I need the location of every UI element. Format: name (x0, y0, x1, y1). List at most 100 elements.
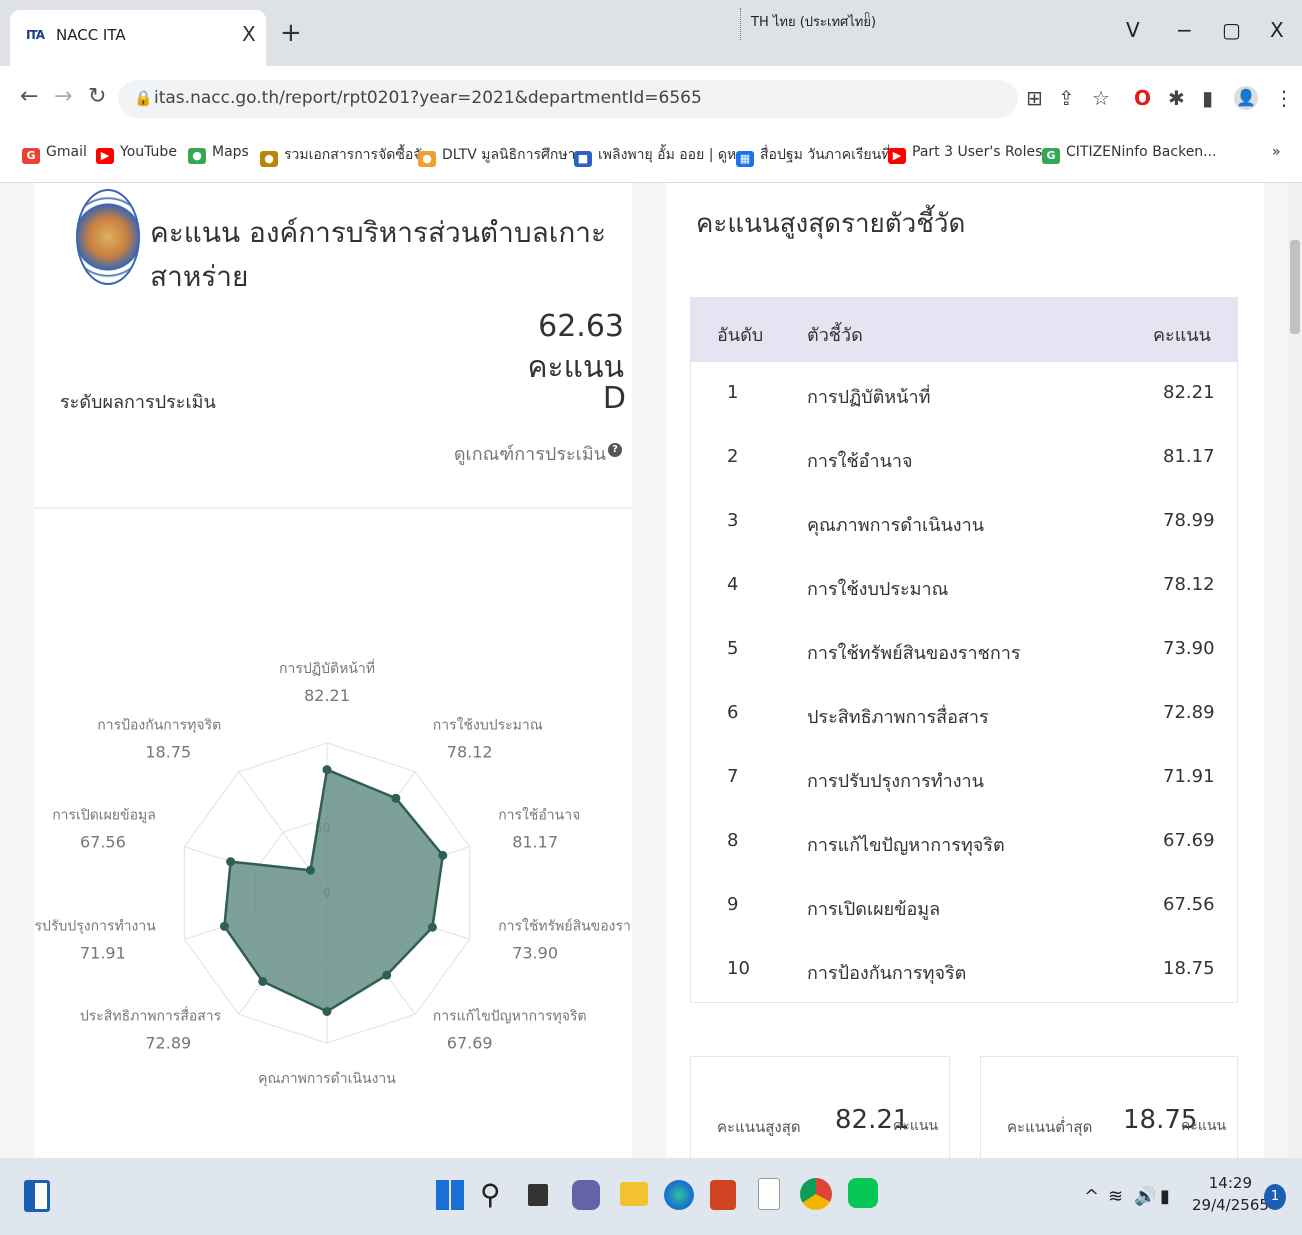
taskbar (0, 1158, 1302, 1235)
back-arrow-icon[interactable]: ← (20, 84, 38, 109)
edge-browser-icon[interactable] (664, 1180, 694, 1210)
widgets-icon[interactable] (24, 1180, 50, 1212)
task-view-icon[interactable] (528, 1184, 548, 1206)
row-indicator: การใช้งบประมาณ (807, 579, 949, 600)
bookmark-item[interactable]: ● Maps (188, 144, 249, 164)
bookmark-item[interactable]: G CITIZENinfo Backen... (1042, 144, 1217, 164)
notification-badge[interactable]: 1 (1264, 1184, 1286, 1210)
radar-axis-label: การเปิดเผยข้อมูล (52, 807, 156, 823)
notepad-icon[interactable] (758, 1178, 780, 1210)
radar-value-label: 73.90 (512, 944, 558, 963)
windows-start-icon[interactable] (436, 1180, 464, 1210)
url-text[interactable]: itas.nacc.go.th/report/rpt0201?year=2021… (154, 88, 702, 108)
bookmark-item[interactable]: ● DLTV มูลนิธิการศึกษา... (418, 144, 589, 167)
browser-tab[interactable]: ITA NACC ITA X (10, 10, 266, 66)
radar-axis-label: การใช้งบประมาณ (433, 716, 543, 733)
radar-data-point[interactable] (226, 857, 236, 867)
row-indicator: การแก้ไขปัญหาการทุจริต (807, 835, 1005, 856)
extensions-puzzle-icon[interactable]: ✱ (1168, 86, 1185, 110)
tab-search-icon[interactable]: V (1126, 18, 1140, 42)
ime-mode-indicator[interactable]: ก (864, 10, 870, 22)
bookmarks-more-icon[interactable]: » (1272, 144, 1281, 160)
max-score-unit: คะแนน (893, 1118, 939, 1134)
radar-data-point[interactable] (438, 850, 448, 860)
minimize-button[interactable]: − (1176, 18, 1193, 42)
clock-date: 29/4/2565 (1192, 1196, 1269, 1214)
row-score: 67.69 (1163, 830, 1215, 851)
bookmark-item[interactable]: ▶ Part 3 User's Roles... (888, 144, 1056, 164)
bookmark-item[interactable]: ■ เพลิงพายุ อั้ม ออย | ดูห... (574, 144, 750, 167)
bookmark-item[interactable]: G Gmail (22, 144, 87, 164)
bookmark-label: เพลิงพายุ อั้ม ออย | ดูห... (598, 147, 750, 163)
bookmark-item[interactable]: ● รวมเอกสารการจัดซื้อจั... (260, 144, 435, 167)
forward-arrow-icon[interactable]: → (54, 84, 72, 109)
bookmark-favicon-icon: ● (260, 151, 278, 167)
row-indicator: การใช้ทรัพย์สินของราชการ (807, 643, 1021, 664)
opera-extension-icon[interactable]: O (1134, 86, 1151, 110)
radar-axis-label: ประสิทธิภาพการสื่อสาร (80, 1007, 222, 1025)
table-row: 6 ประสิทธิภาพการสื่อสาร 72.89 (691, 682, 1237, 746)
radar-data-point[interactable] (382, 970, 392, 980)
scrollbar-thumb[interactable] (1290, 240, 1300, 334)
table-row: 1 การปฏิบัติหน้าที่ 82.21 (691, 362, 1237, 426)
new-tab-button[interactable]: + (280, 20, 302, 46)
ime-indicator[interactable]: TH ไทย (ประเทศไทย) (740, 8, 876, 40)
bookmark-favicon-icon: ▦ (736, 151, 754, 167)
wifi-icon[interactable]: ≋ (1108, 1186, 1123, 1207)
radar-value-label: 78.12 (447, 742, 493, 761)
radar-data-point[interactable] (219, 921, 229, 931)
menu-kebab-icon[interactable]: ⋮ (1274, 86, 1294, 110)
radar-axis-label: คุณภาพการดำเนินงาน (258, 1071, 396, 1087)
row-rank: 7 (727, 766, 739, 787)
chrome-icon[interactable] (800, 1178, 832, 1210)
radar-data-point[interactable] (322, 1006, 332, 1016)
bookmark-label: Maps (212, 144, 249, 160)
teams-chat-icon[interactable] (572, 1180, 600, 1210)
criteria-link[interactable]: ดูเกณฑ์การประเมิน (394, 439, 606, 468)
tab-title: NACC ITA (56, 26, 126, 44)
side-panel-icon[interactable]: ▮ (1202, 86, 1213, 110)
search-icon[interactable]: ⚲ (480, 1180, 514, 1220)
table-row: 8 การแก้ไขปัญหาการทุจริต 67.69 (691, 810, 1237, 874)
org-title: คะแนน องค์การบริหารส่วนตำบลเกาะสาหร่าย (150, 216, 607, 293)
bookmark-item[interactable]: ▶ YouTube (96, 144, 177, 164)
powerpoint-icon[interactable] (710, 1180, 736, 1210)
row-score: 67.56 (1163, 894, 1215, 915)
radar-data-point[interactable] (391, 793, 401, 803)
system-clock[interactable]: 14:29 29/4/2565 (1192, 1172, 1269, 1216)
row-indicator: การปฏิบัติหน้าที่ (807, 387, 931, 408)
close-window-button[interactable]: X (1270, 18, 1284, 42)
radar-axis-label: การใช้อำนาจ (498, 806, 580, 823)
translate-icon[interactable]: ⊞ (1026, 86, 1043, 110)
volume-icon[interactable]: 🔊 (1134, 1186, 1156, 1207)
radar-data-point[interactable] (258, 976, 268, 986)
bookmark-favicon-icon: G (1042, 148, 1060, 164)
help-icon[interactable]: ? (608, 443, 622, 457)
radar-axis-label: การปฏิบัติหน้าที่ (279, 659, 375, 677)
radar-axis-label: การใช้ทรัพย์สินของราชก (498, 918, 632, 935)
tray-chevron-icon[interactable]: ^ (1084, 1186, 1099, 1207)
total-score: 62.63 คะแนน (527, 309, 624, 385)
lock-icon[interactable]: 🔒 (134, 89, 153, 107)
profile-avatar-icon[interactable]: 👤 (1234, 86, 1258, 110)
bookmark-star-icon[interactable]: ☆ (1092, 86, 1110, 110)
battery-icon[interactable]: ▮ (1160, 1186, 1170, 1207)
bookmark-item[interactable]: ▦ สื่อปฐม วันภาคเรียนที่... (736, 144, 904, 167)
tab-close-icon[interactable]: X (242, 22, 256, 46)
row-indicator: การเปิดเผยข้อมูล (807, 899, 941, 920)
row-indicator: คุณภาพการดำเนินงาน (807, 515, 985, 536)
bookmark-label: CITIZENinfo Backen... (1066, 144, 1217, 160)
address-bar[interactable]: 🔒 itas.nacc.go.th/report/rpt0201?year=20… (118, 80, 1018, 118)
row-rank: 2 (727, 446, 739, 467)
table-row: 10 การป้องกันการทุจริต 18.75 (691, 938, 1237, 1002)
row-indicator: การปรับปรุงการทำงาน (807, 771, 984, 792)
bookmark-label: สื่อปฐม วันภาคเรียนที่... (760, 147, 904, 163)
line-app-icon[interactable] (848, 1178, 878, 1208)
reload-icon[interactable]: ↻ (88, 84, 106, 109)
radar-data-point[interactable] (305, 865, 315, 875)
share-icon[interactable]: ⇪ (1058, 86, 1075, 110)
maximize-button[interactable]: ▢ (1222, 18, 1241, 42)
file-explorer-icon[interactable] (620, 1182, 648, 1206)
radar-data-point[interactable] (427, 922, 437, 932)
radar-data-point[interactable] (322, 765, 332, 775)
